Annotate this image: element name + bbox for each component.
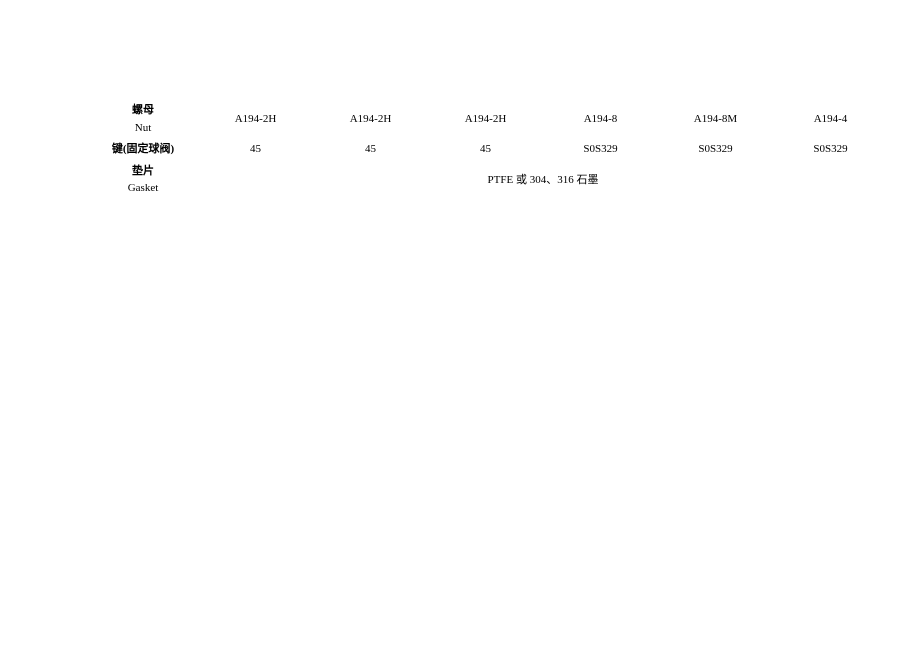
row-label-nut: 螺母 Nut (88, 100, 198, 139)
cell: A194-2H (313, 100, 428, 139)
label-en: Nut (92, 120, 194, 138)
cell: A194-2H (428, 100, 543, 139)
cell: 45 (428, 139, 543, 161)
cell: S0S329 (773, 139, 888, 161)
materials-table-container: 螺母 Nut A194-2H A194-2H A194-2H A194-8 A1… (88, 100, 888, 200)
cell: A194-8 (543, 100, 658, 139)
label-cn: 螺母 (92, 102, 194, 120)
row-label-key: 键(固定球阀) (88, 139, 198, 161)
materials-table: 螺母 Nut A194-2H A194-2H A194-2H A194-8 A1… (88, 100, 888, 200)
cell: 45 (313, 139, 428, 161)
cell: 45 (198, 139, 313, 161)
cell-spanned: PTFE 或 304、316 石墨 (198, 161, 888, 200)
cell: S0S329 (658, 139, 773, 161)
table-row: 键(固定球阀) 45 45 45 S0S329 S0S329 S0S329 (88, 139, 888, 161)
label-en: Gasket (92, 180, 194, 198)
cell: A194-8M (658, 100, 773, 139)
cell: A194-2H (198, 100, 313, 139)
cell: A194-4 (773, 100, 888, 139)
label-cn: 键(固定球阀) (92, 141, 194, 159)
label-cn: 垫片 (92, 163, 194, 181)
table-row: 垫片 Gasket PTFE 或 304、316 石墨 (88, 161, 888, 200)
table-row: 螺母 Nut A194-2H A194-2H A194-2H A194-8 A1… (88, 100, 888, 139)
cell: S0S329 (543, 139, 658, 161)
row-label-gasket: 垫片 Gasket (88, 161, 198, 200)
